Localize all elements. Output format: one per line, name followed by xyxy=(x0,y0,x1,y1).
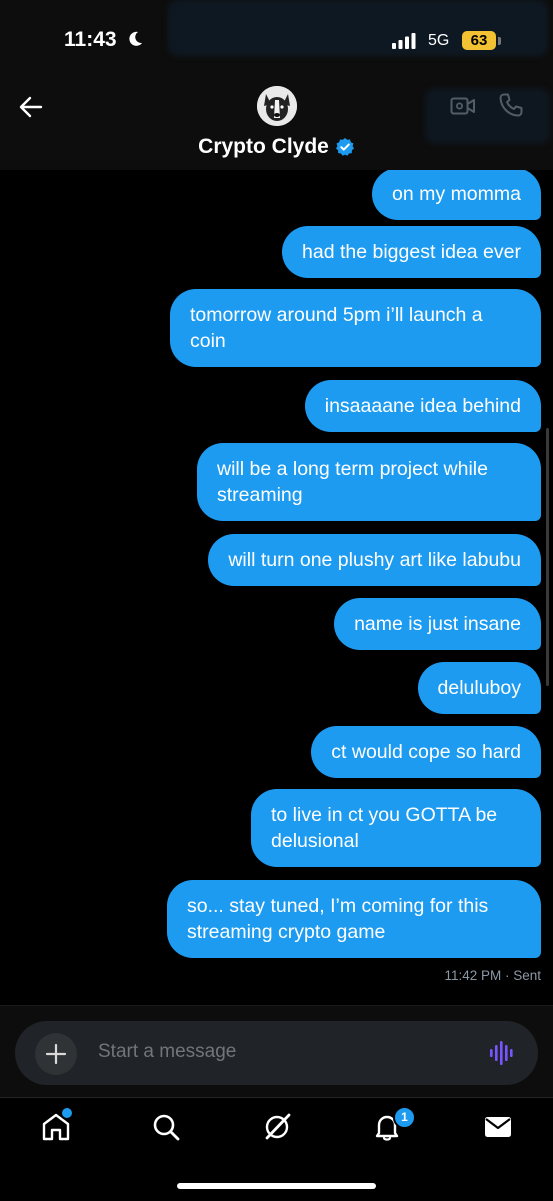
scrollbar[interactable] xyxy=(546,428,549,686)
message-bubble[interactable]: will be a long term project while stream… xyxy=(197,443,541,521)
contact-name-row[interactable]: Crypto Clyde xyxy=(0,133,553,161)
status-time: 11:43 xyxy=(64,28,117,51)
status-bar: 11:43 5G 63 xyxy=(0,0,553,80)
message-timestamp: 11:42 PM · Sent xyxy=(444,968,541,983)
message-bubble[interactable]: ct would cope so hard xyxy=(311,726,541,778)
message-bubble[interactable]: will turn one plushy art like labubu xyxy=(208,534,541,586)
home-new-indicator xyxy=(60,1106,74,1120)
search-icon[interactable] xyxy=(151,1112,181,1142)
contact-name: Crypto Clyde xyxy=(198,135,329,158)
message-bubble[interactable]: on my momma xyxy=(372,170,541,220)
battery-cap xyxy=(498,37,501,45)
messages-icon[interactable] xyxy=(483,1112,513,1142)
message-bubble[interactable]: so... stay tuned, I’m coming for this st… xyxy=(167,880,541,958)
dog-avatar-icon xyxy=(257,86,297,126)
home-indicator[interactable] xyxy=(177,1183,376,1189)
verified-badge-icon xyxy=(335,138,354,156)
grok-icon[interactable] xyxy=(262,1112,292,1142)
battery-level: 63 xyxy=(462,31,496,50)
message-bubble[interactable]: name is just insane xyxy=(334,598,541,650)
message-bubble[interactable]: to live in ct you GOTTA be delusional xyxy=(251,789,541,867)
message-thread[interactable]: on my momma had the biggest idea ever to… xyxy=(0,170,553,1005)
signal-icon xyxy=(392,33,416,49)
message-bubble[interactable]: deluluboy xyxy=(417,662,541,714)
add-media-button[interactable] xyxy=(35,1033,77,1075)
voice-message-icon[interactable] xyxy=(489,1040,515,1066)
notifications-badge: 1 xyxy=(393,1106,416,1129)
video-call-icon[interactable] xyxy=(450,94,476,118)
message-bubble[interactable]: had the biggest idea ever xyxy=(282,226,541,278)
message-bubble[interactable]: insaaaane idea behind xyxy=(304,380,541,432)
back-arrow-icon[interactable] xyxy=(18,94,44,120)
message-bubble[interactable]: tomorrow around 5pm i’ll launch a coin xyxy=(170,289,541,367)
message-composer[interactable] xyxy=(15,1021,538,1085)
message-input[interactable]: Start a message xyxy=(98,1041,236,1063)
phone-call-icon[interactable] xyxy=(498,92,524,118)
avatar[interactable] xyxy=(257,86,297,126)
moon-icon xyxy=(129,31,142,46)
plus-icon xyxy=(45,1043,67,1065)
network-type: 5G xyxy=(428,32,450,49)
